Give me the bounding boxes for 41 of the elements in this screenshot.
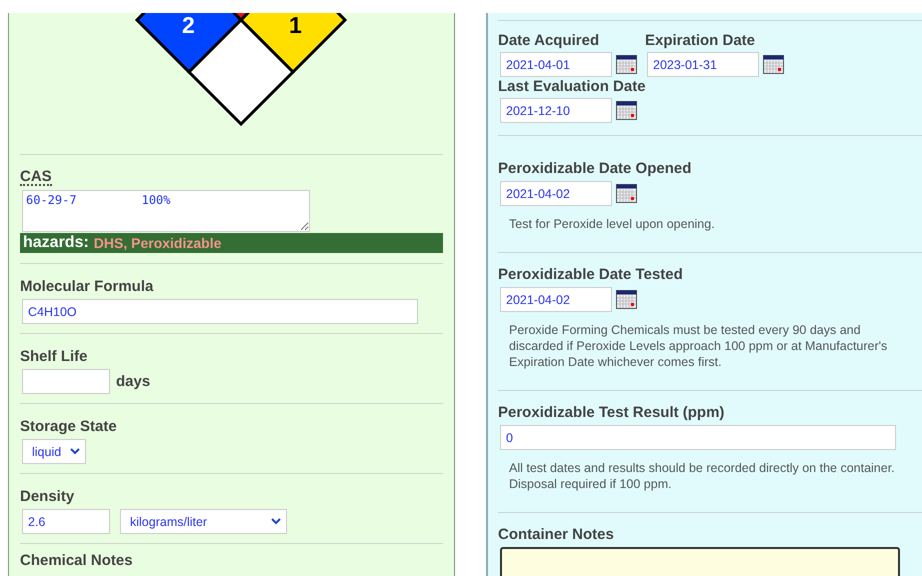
- date-field[interactable]: 2021-12-10: [500, 98, 612, 123]
- notes-field[interactable]: [500, 547, 900, 576]
- dropdown[interactable]: liquid: [22, 439, 86, 464]
- field-label: Chemical Notes: [20, 551, 134, 570]
- calendar-icon[interactable]: [763, 55, 784, 74]
- field-label: Container Notes: [498, 525, 615, 544]
- hazards-label: hazards:: [23, 234, 89, 252]
- chevron-icon: [271, 518, 281, 525]
- field-label: Shelf Life: [20, 347, 89, 366]
- calendar-icon[interactable]: [616, 101, 637, 120]
- help-text: All test dates and results should be recorded directly on the container. Disposal required if 100 ppm.: [509, 460, 896, 492]
- help-text: Test for Peroxide level upon opening.: [509, 216, 716, 232]
- field-label: Date Acquired: [498, 31, 600, 50]
- chevron-icon: [70, 448, 80, 455]
- hazard-list: DHS, Peroxidizable: [94, 235, 222, 251]
- number-field[interactable]: [22, 369, 110, 394]
- field-label: Molecular Formula: [20, 277, 154, 296]
- date-field[interactable]: 2021-04-02: [500, 287, 612, 312]
- date-field[interactable]: 2021-04-02: [500, 181, 612, 206]
- health-rating: 2: [182, 13, 195, 37]
- number-field[interactable]: 2.6: [22, 509, 110, 534]
- field-label: Peroxidizable Date Opened: [498, 159, 692, 178]
- field-label: CAS: [20, 169, 52, 186]
- field-label: Density: [20, 487, 76, 506]
- date-field[interactable]: 2021-04-01: [500, 52, 612, 77]
- date-field[interactable]: 2023-01-31: [647, 52, 759, 77]
- text-field[interactable]: 0: [500, 425, 896, 450]
- calendar-icon[interactable]: [616, 290, 637, 309]
- unit-label: days: [116, 373, 150, 390]
- field-label: Storage State: [20, 417, 118, 436]
- calendar-icon[interactable]: [616, 184, 637, 203]
- dropdown[interactable]: kilograms/liter: [120, 509, 287, 534]
- field-label: Peroxidizable Test Result (ppm): [498, 403, 726, 422]
- calendar-icon[interactable]: [616, 55, 637, 74]
- cas-field[interactable]: 60-29-7 100%: [22, 190, 310, 232]
- reactivity-rating: 1: [289, 13, 302, 37]
- field-label: Last Evaluation Date: [498, 77, 646, 96]
- text-field[interactable]: C4H10O: [22, 299, 418, 324]
- help-text: Peroxide Forming Chemicals must be tested every 90 days and discarded if Peroxide Levels approach 100 ppm or at Manufacturer's Expiration Date whichever comes first.: [509, 322, 888, 370]
- field-label: Peroxidizable Date Tested: [498, 265, 684, 284]
- field-label: Expiration Date: [645, 31, 756, 50]
